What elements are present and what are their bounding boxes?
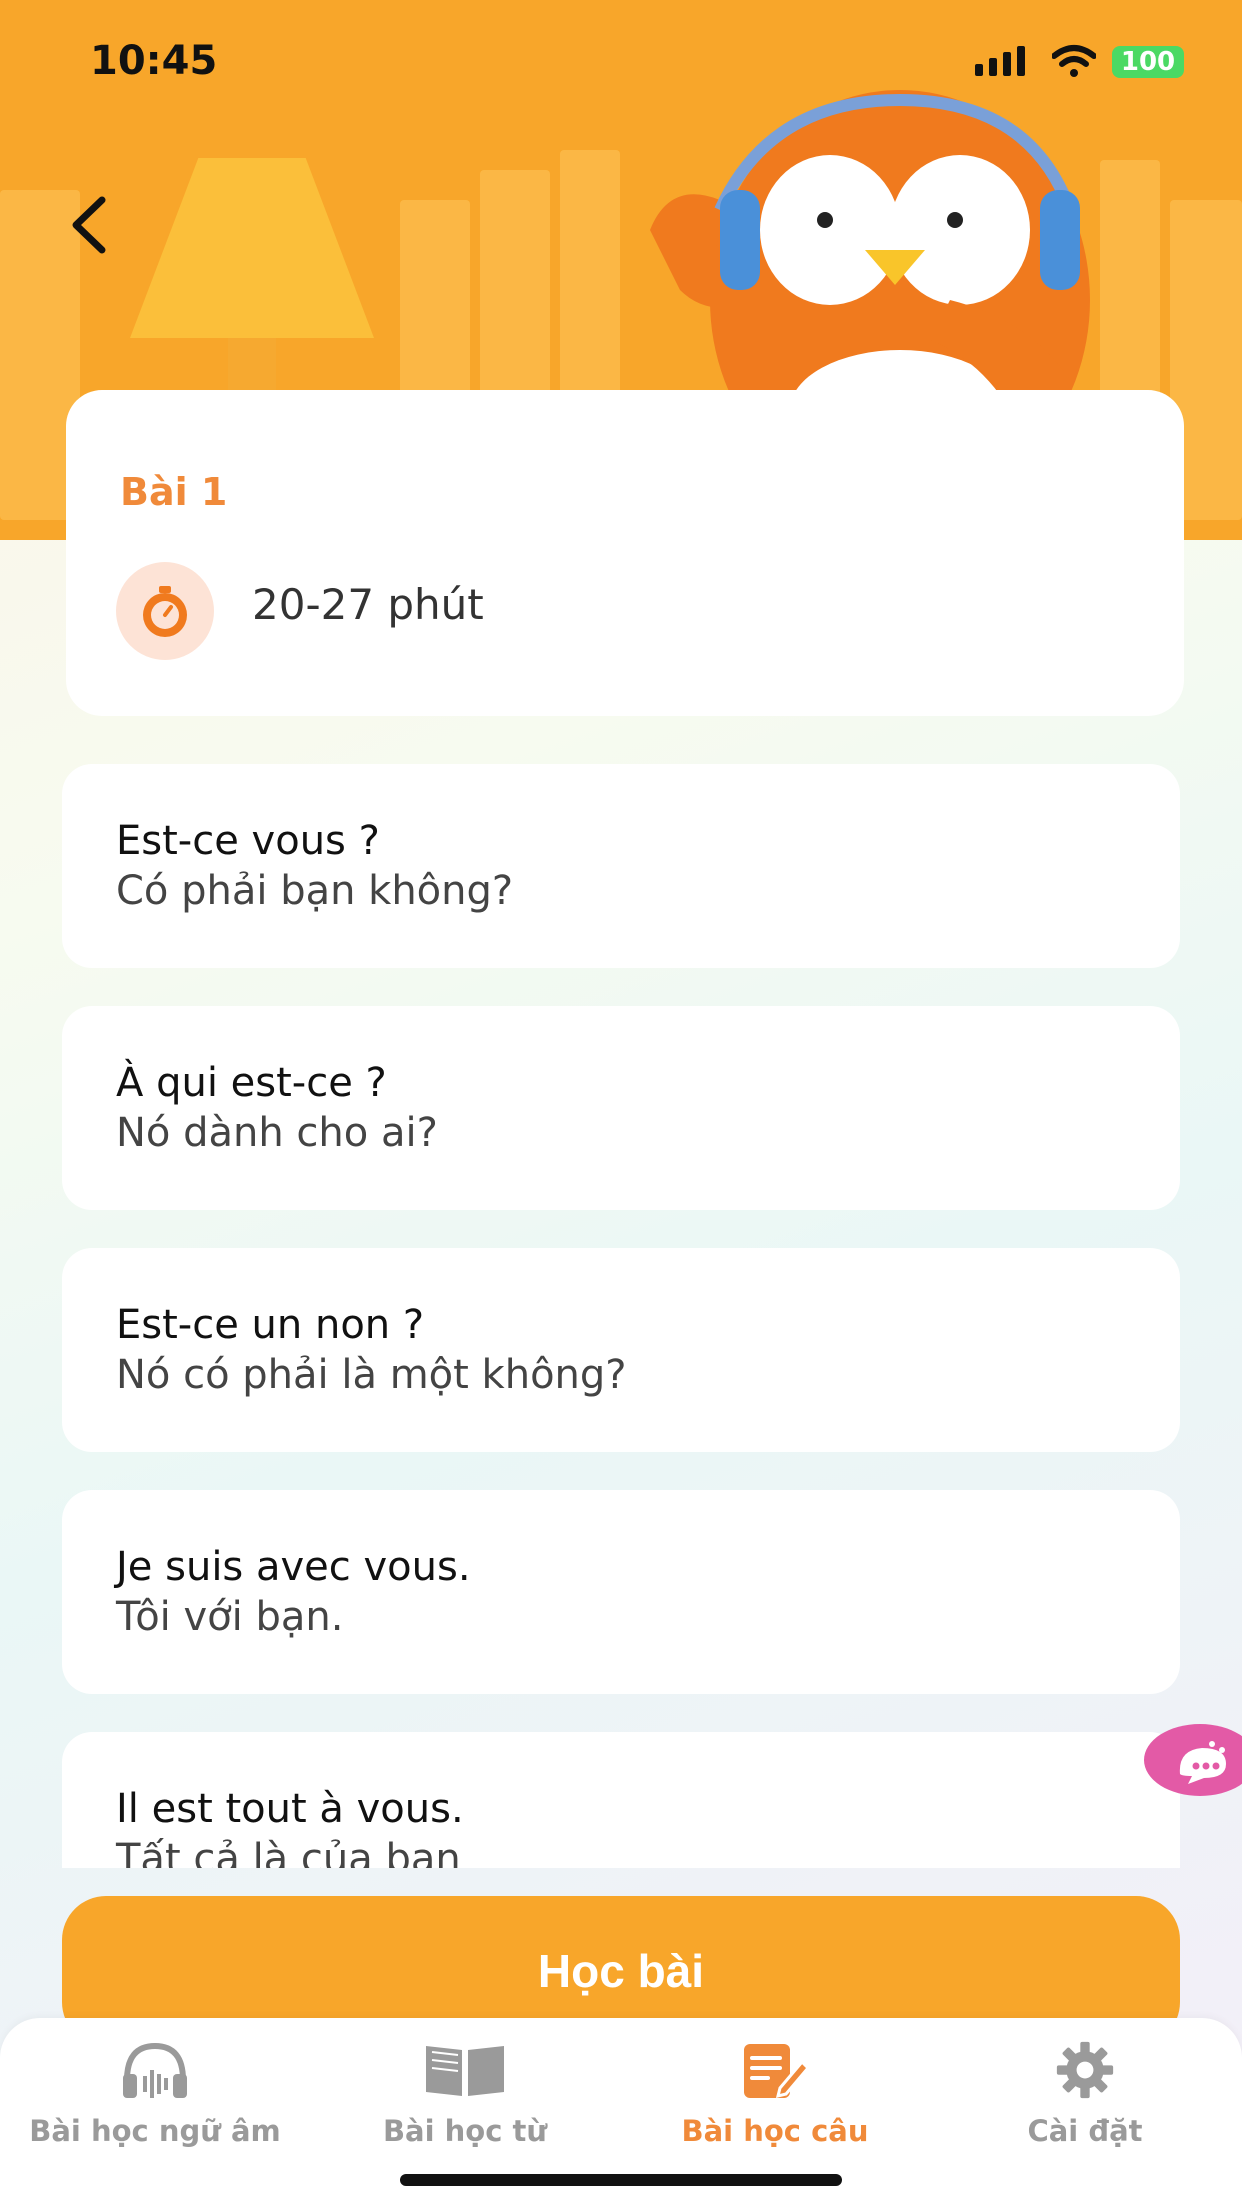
signal-icon [975,46,1025,76]
phrase-card[interactable]: Il est tout à vous. Tất cả là của bạn [62,1732,1180,1868]
tab-vocabulary[interactable]: Bài học từ [315,2026,615,2176]
wifi-icon [1052,45,1096,77]
phrase-vietnamese: Nó dành cho ai? [116,1110,438,1156]
tab-sentences[interactable]: Bài học câu [625,2026,925,2176]
phrase-vietnamese: Tôi với bạn. [116,1594,344,1640]
tab-label: Bài học câu [681,2114,869,2148]
gear-icon [1056,2041,1114,2099]
lamp-decoration [130,158,374,338]
chevron-left-icon[interactable] [60,190,120,260]
tab-label: Bài học ngữ âm [29,2114,281,2148]
tab-phonetics[interactable]: Bài học ngữ âm [5,2026,305,2176]
phrase-card[interactable]: À qui est-ce ? Nó dành cho ai? [62,1006,1180,1210]
phrase-card[interactable]: Je suis avec vous. Tôi với bạn. [62,1490,1180,1694]
phrase-french: Il est tout à vous. [116,1786,464,1832]
phrase-card[interactable]: Est-ce vous ? Có phải bạn không? [62,764,1180,968]
battery-icon: 100 [1112,46,1184,78]
phrase-french: Je suis avec vous. [116,1544,471,1590]
stopwatch-icon [116,562,214,660]
phrase-french: À qui est-ce ? [116,1060,387,1106]
tab-label: Cài đặt [1027,2114,1143,2148]
lesson-info-card: Bài 1 20-27 phút [66,390,1184,716]
edit-note-icon [744,2044,810,2099]
headphones-icon [123,2042,187,2098]
phrase-card[interactable]: Est-ce un non ? Nó có phải là một không? [62,1248,1180,1452]
phrase-french: Est-ce un non ? [116,1302,425,1348]
tab-settings[interactable]: Cài đặt [935,2026,1235,2176]
home-indicator [400,2174,842,2186]
lesson-title: Bài 1 [120,470,228,514]
tab-label: Bài học từ [382,2114,548,2148]
lesson-duration: 20-27 phút [252,580,484,629]
chat-bubble-icon[interactable] [1142,1722,1242,1798]
phrase-list[interactable]: Est-ce vous ? Có phải bạn không? À qui e… [0,760,1242,1868]
phrase-vietnamese: Có phải bạn không? [116,868,514,914]
penguin-mascot [650,90,1090,440]
phrase-vietnamese: Tất cả là của bạn [116,1836,461,1868]
phrase-french: Est-ce vous ? [116,818,380,864]
phrase-vietnamese: Nó có phải là một không? [116,1352,627,1398]
book-icon [426,2046,504,2096]
status-time: 10:45 [90,38,218,84]
